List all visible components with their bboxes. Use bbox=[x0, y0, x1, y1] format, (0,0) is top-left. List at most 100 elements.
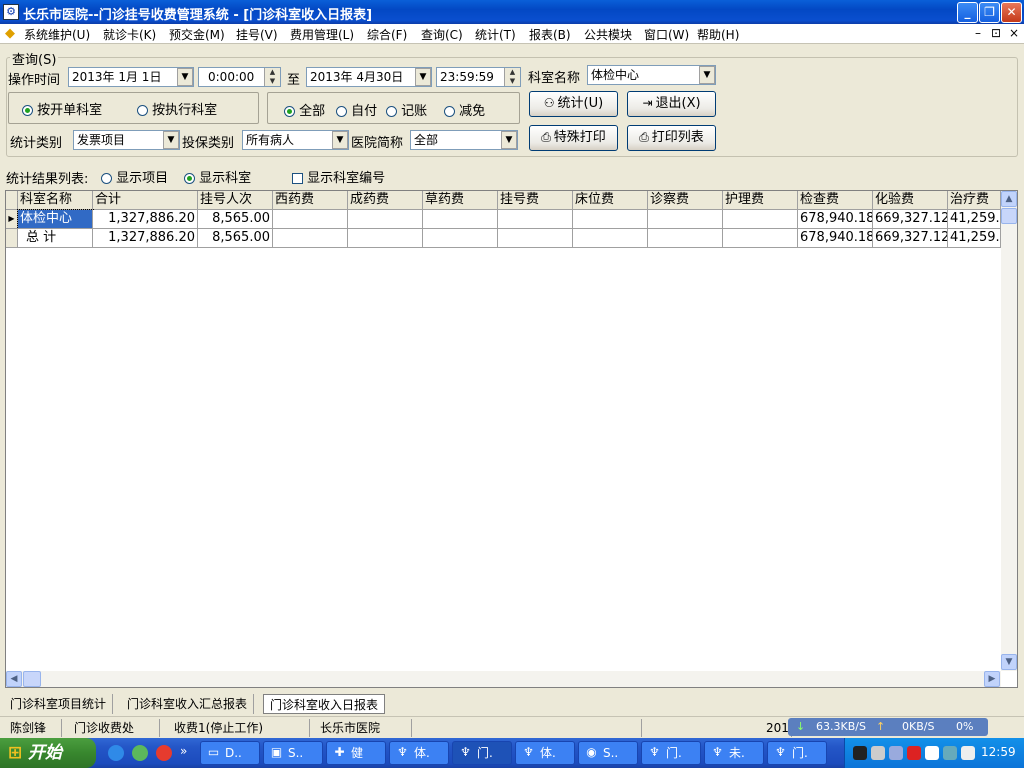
close-icon[interactable]: ✕ bbox=[1001, 2, 1022, 23]
tab-dept-income-summary[interactable]: 门诊科室收入汇总报表 bbox=[121, 694, 255, 714]
radio-account[interactable]: 记账 bbox=[386, 100, 427, 119]
column-header[interactable]: 检查费 bbox=[798, 191, 873, 210]
table-cell[interactable] bbox=[348, 229, 423, 248]
table-cell[interactable]: 669,327.12 bbox=[873, 210, 948, 229]
mdi-close-icon[interactable]: × bbox=[1007, 26, 1021, 40]
column-header[interactable]: 挂号人次 bbox=[198, 191, 273, 210]
security-icon[interactable] bbox=[943, 746, 957, 760]
radio-by-order-dept[interactable]: 按开单科室 bbox=[22, 99, 102, 118]
column-header[interactable]: 西药费 bbox=[273, 191, 348, 210]
tab-dept-income-daily[interactable]: 门诊科室收入日报表 bbox=[263, 694, 386, 714]
mdi-restore-icon[interactable]: ⊡ bbox=[989, 26, 1003, 40]
table-cell[interactable] bbox=[498, 229, 573, 248]
scroll-left-icon[interactable]: ◀ bbox=[6, 671, 22, 687]
quicklaunch-more-icon[interactable]: » bbox=[180, 744, 187, 758]
update-icon[interactable] bbox=[961, 746, 975, 760]
column-header[interactable]: 挂号费 bbox=[498, 191, 573, 210]
table-cell[interactable] bbox=[648, 229, 723, 248]
menu-item-reports[interactable]: 报表(B) bbox=[529, 26, 571, 43]
menu-item-statistics[interactable]: 统计(T) bbox=[475, 26, 516, 43]
scroll-up-icon[interactable]: ▲ bbox=[1001, 191, 1017, 207]
minimize-icon[interactable]: _ bbox=[957, 2, 978, 23]
column-header[interactable]: 护理费 bbox=[723, 191, 798, 210]
taskbar-item[interactable]: ♆ 体. bbox=[389, 741, 449, 765]
taskbar-item[interactable]: ♆ 未. bbox=[704, 741, 764, 765]
table-cell[interactable] bbox=[273, 229, 348, 248]
horizontal-scrollbar[interactable]: ◀ ▶ bbox=[6, 671, 1001, 687]
stop-icon[interactable] bbox=[907, 746, 921, 760]
result-table[interactable]: 科室名称 合计 挂号人次 西药费 成药费 草药费 挂号费 床位费 诊察费 护理费… bbox=[5, 190, 1018, 688]
column-header[interactable]: 草药费 bbox=[423, 191, 498, 210]
radio-waiver[interactable]: 减免 bbox=[444, 100, 485, 119]
restore-icon[interactable]: ❐ bbox=[979, 2, 1000, 23]
table-cell[interactable] bbox=[498, 210, 573, 229]
table-cell[interactable] bbox=[423, 210, 498, 229]
vertical-scrollbar[interactable]: ▲ ▼ bbox=[1001, 191, 1017, 671]
table-cell[interactable] bbox=[723, 210, 798, 229]
spinner-icon[interactable]: ▲ ▼ bbox=[264, 68, 280, 86]
table-cell[interactable] bbox=[273, 210, 348, 229]
taskbar-item-active[interactable]: ♆ 门. bbox=[452, 741, 512, 765]
table-cell[interactable] bbox=[723, 229, 798, 248]
table-cell[interactable] bbox=[648, 210, 723, 229]
volume-icon[interactable] bbox=[871, 746, 885, 760]
table-cell[interactable]: 669,327.12 bbox=[873, 229, 948, 248]
table-cell[interactable]: 41,259. bbox=[948, 229, 1001, 248]
scroll-thumb[interactable] bbox=[1001, 208, 1017, 224]
start-date-picker[interactable]: 2013年 1月 1日 ▼ bbox=[68, 67, 194, 87]
insure-select[interactable]: 所有病人 ▼ bbox=[242, 130, 349, 150]
scroll-thumb[interactable] bbox=[23, 671, 41, 687]
monitor-icon[interactable] bbox=[853, 746, 867, 760]
end-time-field[interactable]: 23:59:59 ▲ ▼ bbox=[436, 67, 521, 87]
column-header[interactable]: 化验费 bbox=[873, 191, 948, 210]
table-cell[interactable] bbox=[423, 229, 498, 248]
radio-by-exec-dept[interactable]: 按执行科室 bbox=[137, 99, 217, 118]
table-cell[interactable] bbox=[573, 210, 648, 229]
mdi-minimize-icon[interactable]: – bbox=[971, 26, 985, 40]
column-header[interactable]: 诊察费 bbox=[648, 191, 723, 210]
taskbar-item[interactable]: ▭ D.. bbox=[200, 741, 260, 765]
chevron-down-icon[interactable]: ▼ bbox=[501, 131, 517, 149]
taskbar-item[interactable]: ◉ S.. bbox=[578, 741, 638, 765]
quicklaunch-ie-icon[interactable] bbox=[132, 745, 148, 761]
menu-item-window[interactable]: 窗口(W) bbox=[644, 26, 689, 43]
taskbar-item[interactable]: ♆ 门. bbox=[641, 741, 701, 765]
shield-icon[interactable] bbox=[925, 746, 939, 760]
taskbar-item[interactable]: ▣ S.. bbox=[263, 741, 323, 765]
table-cell[interactable]: 8,565.00 bbox=[198, 210, 273, 229]
taskbar-item[interactable]: ♆ 体. bbox=[515, 741, 575, 765]
chevron-down-icon[interactable]: ▼ bbox=[177, 68, 193, 86]
table-cell[interactable]: 678,940.18 bbox=[798, 210, 873, 229]
end-date-picker[interactable]: 2013年 4月30日 ▼ bbox=[306, 67, 432, 87]
taskbar-item[interactable]: ✚ 健 bbox=[326, 741, 386, 765]
table-cell[interactable]: 体检中心 bbox=[17, 209, 94, 230]
chevron-down-icon[interactable]: ▼ bbox=[699, 66, 715, 84]
tab-dept-item-stat[interactable]: 门诊科室项目统计 bbox=[4, 694, 114, 714]
column-header[interactable]: 科室名称 bbox=[18, 191, 93, 210]
chevron-down-icon[interactable]: ▼ bbox=[163, 131, 179, 149]
hospital-select[interactable]: 全部 ▼ bbox=[410, 130, 518, 150]
column-header[interactable]: 合计 bbox=[93, 191, 198, 210]
quicklaunch-browser-icon[interactable] bbox=[108, 745, 124, 761]
radio-all[interactable]: 全部 bbox=[284, 100, 325, 119]
print-list-button[interactable]: ⎙ 打印列表 bbox=[627, 125, 716, 151]
quicklaunch-weibo-icon[interactable] bbox=[156, 745, 172, 761]
network-icon[interactable] bbox=[889, 746, 903, 760]
table-cell[interactable]: 1,327,886.20 bbox=[93, 210, 198, 229]
spinner-icon[interactable]: ▲ ▼ bbox=[504, 68, 520, 86]
menu-item-help[interactable]: 帮助(H) bbox=[697, 26, 739, 43]
chevron-down-icon[interactable]: ▼ bbox=[415, 68, 431, 86]
start-button[interactable]: ⊞ 开始 bbox=[0, 738, 96, 768]
menu-item-system[interactable]: 系统维护(U) bbox=[24, 26, 90, 43]
taskbar-item[interactable]: ♆ 门. bbox=[767, 741, 827, 765]
table-cell[interactable] bbox=[573, 229, 648, 248]
app-icon[interactable]: ⚙ bbox=[3, 4, 19, 20]
table-cell[interactable]: 678,940.18 bbox=[798, 229, 873, 248]
table-cell[interactable] bbox=[348, 210, 423, 229]
column-header[interactable]: 床位费 bbox=[573, 191, 648, 210]
menu-item-card[interactable]: 就诊卡(K) bbox=[103, 26, 156, 43]
dept-select[interactable]: 体检中心 ▼ bbox=[587, 65, 716, 85]
table-cell[interactable]: 总 计 bbox=[18, 229, 93, 248]
table-cell[interactable]: 8,565.00 bbox=[198, 229, 273, 248]
menu-item-deposit[interactable]: 预交金(M) bbox=[169, 26, 225, 43]
